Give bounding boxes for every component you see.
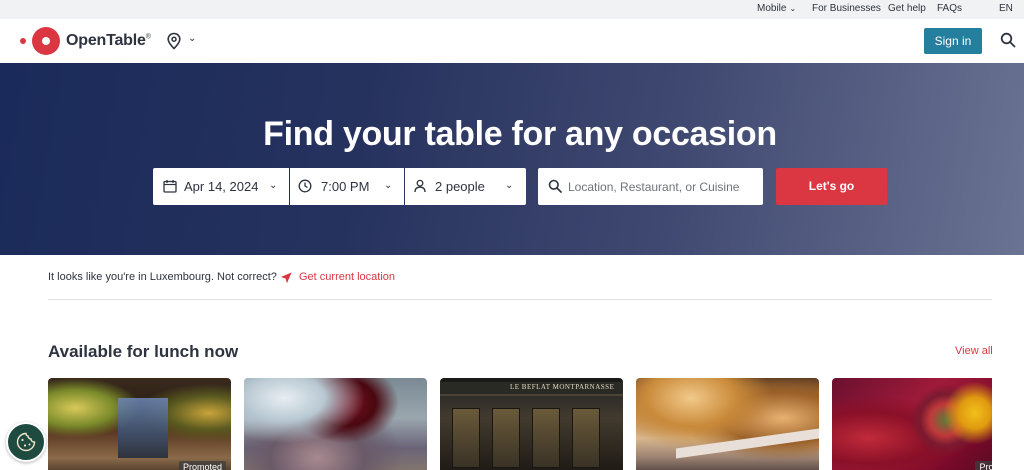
brand-wordmark: OpenTable® [66, 32, 151, 50]
hero-banner: Find your table for any occasion Apr 14,… [0, 63, 1024, 255]
restaurant-card[interactable]: Promo [832, 378, 992, 470]
restaurant-carousel: Promoted LE BEFLAT MONTPARNASSE Promo [48, 378, 992, 470]
promoted-badge: Promoted [178, 461, 226, 470]
get-current-location-label: Get current location [299, 271, 395, 283]
date-picker[interactable]: Apr 14, 2024 ⌄ [153, 168, 289, 205]
chevron-down-icon: ⌄ [188, 33, 197, 44]
view-all-link[interactable]: View all [955, 345, 993, 357]
hero-title: Find your table for any occasion [263, 115, 777, 153]
chevron-down-icon: ⌄ [384, 180, 393, 191]
sign-in-button[interactable]: Sign in [924, 28, 982, 54]
storefront-window [532, 408, 560, 468]
time-value: 7:00 PM [321, 179, 370, 194]
restaurant-card[interactable]: Promoted [48, 378, 231, 470]
site-header: OpenTable® ⌄ Sign in [0, 19, 1024, 63]
search-icon [548, 179, 562, 193]
location-pin-icon [167, 32, 181, 50]
opentable-logo-icon [32, 27, 60, 55]
lets-go-button[interactable]: Let's go [776, 168, 887, 205]
utility-bar: Mobile ⌄ For Businesses Get help FAQs EN [0, 0, 1024, 19]
location-notice: It looks like you're in Luxembourg. Not … [48, 271, 277, 283]
storefront-window [452, 408, 480, 468]
opentable-logo[interactable]: OpenTable® [20, 27, 160, 55]
restaurant-card[interactable] [244, 378, 427, 470]
get-help-link[interactable]: Get help [888, 3, 926, 14]
calendar-icon [163, 180, 177, 193]
person-icon [414, 179, 426, 193]
mobile-menu[interactable]: Mobile ⌄ [757, 3, 796, 14]
restaurant-card[interactable] [636, 378, 819, 470]
for-businesses-link[interactable]: For Businesses [812, 3, 881, 14]
search-field[interactable] [538, 168, 763, 205]
cookie-icon [16, 432, 36, 452]
clock-icon [298, 179, 312, 193]
storefront-sign: LE BEFLAT MONTPARNASSE [510, 383, 615, 391]
restaurant-card[interactable]: LE BEFLAT MONTPARNASSE [440, 378, 623, 470]
mobile-label: Mobile [757, 3, 787, 14]
search-input[interactable] [568, 177, 758, 197]
storefront-window [572, 408, 600, 468]
location-selector[interactable]: ⌄ [166, 31, 202, 51]
faqs-link[interactable]: FAQs [937, 3, 962, 14]
language-selector[interactable]: EN [999, 3, 1013, 14]
party-size-value: 2 people [435, 179, 485, 194]
restaurant-photo [832, 378, 992, 470]
restaurant-photo [636, 378, 819, 470]
section-divider [48, 299, 992, 300]
navigation-arrow-icon [280, 272, 292, 284]
chevron-down-icon: ⌄ [789, 4, 797, 13]
search-icon[interactable] [1000, 32, 1016, 48]
chevron-down-icon: ⌄ [269, 180, 278, 191]
time-picker[interactable]: 7:00 PM ⌄ [290, 168, 404, 205]
registered-mark: ® [145, 33, 151, 41]
cookie-preferences-button[interactable] [6, 422, 46, 462]
date-value: Apr 14, 2024 [184, 179, 259, 194]
logo-dot-icon [20, 38, 26, 44]
section-title: Available for lunch now [48, 342, 239, 361]
restaurant-photo [244, 378, 427, 470]
brand-name: OpenTable [66, 32, 146, 49]
promoted-badge: Promo [975, 461, 992, 470]
storefront-window [492, 408, 520, 468]
chevron-down-icon: ⌄ [505, 180, 514, 191]
party-size-picker[interactable]: 2 people ⌄ [405, 168, 526, 205]
restaurant-photo-detail [118, 398, 168, 458]
